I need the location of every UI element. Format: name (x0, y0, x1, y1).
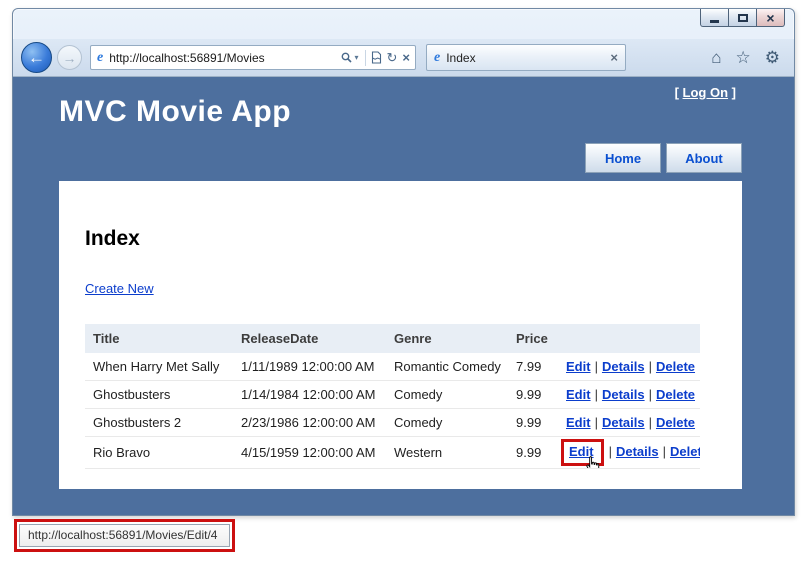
status-tooltip-annotation: http://localhost:56891/Movies/Edit/4 (14, 519, 235, 552)
cell-title: Ghostbusters 2 (85, 409, 233, 437)
nav-home-button[interactable]: Home (585, 143, 661, 173)
movies-table: Title ReleaseDate Genre Price When Harry… (85, 324, 700, 469)
close-button[interactable]: × (756, 9, 785, 27)
details-link[interactable]: Details (602, 415, 645, 430)
forward-button[interactable]: → (57, 45, 82, 70)
address-input[interactable]: http://localhost:56891/Movies (109, 51, 336, 65)
cell-price: 9.99 (508, 409, 558, 437)
stop-icon[interactable]: × (402, 50, 410, 65)
maximize-icon (738, 14, 748, 22)
cell-title: Ghostbusters (85, 381, 233, 409)
app-title: MVC Movie App (59, 95, 291, 129)
edit-link[interactable]: Edit (566, 415, 591, 430)
close-icon: × (766, 11, 774, 25)
status-bar-url: http://localhost:56891/Movies/Edit/4 (19, 524, 230, 547)
maximize-button[interactable] (728, 9, 757, 27)
cell-actions: Edit | Details | Delete (558, 437, 700, 469)
table-row: Rio Bravo 4/15/1959 12:00:00 AM Western … (85, 437, 700, 469)
toolbar-icons: ⌂ ☆ ⚙ (711, 49, 782, 66)
cell-genre: Comedy (386, 381, 508, 409)
cell-releasedate: 1/11/1989 12:00:00 AM (233, 353, 386, 381)
refresh-icon[interactable]: ↻ (387, 50, 398, 66)
browser-window: × ← → e http://localhost:56891/Movies ▾ (12, 8, 795, 516)
compatibility-view-icon[interactable] (371, 51, 382, 64)
action-separator: | (595, 415, 598, 430)
screenshot-canvas: × ← → e http://localhost:56891/Movies ▾ (0, 0, 808, 577)
action-separator: | (595, 359, 598, 374)
cell-actions: Edit | Details | Delete (558, 381, 700, 409)
addressbar-divider (365, 50, 366, 66)
details-link[interactable]: Details (616, 444, 659, 459)
browser-toolbar: ← → e http://localhost:56891/Movies ▾ ↻ … (13, 39, 794, 77)
content-card: Index Create New Title ReleaseDate Genre… (59, 181, 742, 489)
col-header-actions (558, 324, 700, 353)
site-navigation: Home About (585, 143, 742, 173)
titlebar: × (13, 9, 794, 39)
cell-genre: Western (386, 437, 508, 469)
logon-link[interactable]: Log On (683, 85, 729, 100)
delete-link[interactable]: Delete (656, 415, 695, 430)
cell-price: 9.99 (508, 437, 558, 469)
cell-title: When Harry Met Sally (85, 353, 233, 381)
page-heading: Index (85, 227, 716, 251)
cell-releasedate: 2/23/1986 12:00:00 AM (233, 409, 386, 437)
action-separator: | (595, 387, 598, 402)
delete-link[interactable]: Delete (656, 359, 695, 374)
logon-bracket-close: ] (728, 85, 736, 100)
table-row: Ghostbusters 2 2/23/1986 12:00:00 AM Com… (85, 409, 700, 437)
edit-link[interactable]: Edit (566, 359, 591, 374)
search-icon[interactable] (341, 52, 352, 63)
action-separator: | (649, 415, 652, 430)
table-row: Ghostbusters 1/14/1984 12:00:00 AM Comed… (85, 381, 700, 409)
favorites-star-icon[interactable]: ☆ (736, 49, 751, 66)
cell-price: 7.99 (508, 353, 558, 381)
action-separator: | (609, 444, 612, 459)
col-header-price: Price (508, 324, 558, 353)
home-icon[interactable]: ⌂ (711, 49, 721, 66)
address-bar[interactable]: e http://localhost:56891/Movies ▾ ↻ × (90, 45, 416, 70)
action-separator: | (649, 387, 652, 402)
nav-about-button[interactable]: About (666, 143, 742, 173)
minimize-icon (710, 20, 719, 23)
table-header-row: Title ReleaseDate Genre Price (85, 324, 700, 353)
cell-actions: Edit | Details | Delete (558, 409, 700, 437)
details-link[interactable]: Details (602, 359, 645, 374)
cell-releasedate: 1/14/1984 12:00:00 AM (233, 381, 386, 409)
window-controls: × (700, 9, 785, 27)
search-dropdown-icon[interactable]: ▾ (354, 53, 358, 62)
col-header-title: Title (85, 324, 233, 353)
logon-area: [ Log On ] (675, 85, 736, 100)
back-arrow-icon: ← (28, 48, 45, 68)
action-separator: | (663, 444, 666, 459)
details-link[interactable]: Details (602, 387, 645, 402)
edit-link[interactable]: Edit (566, 387, 591, 402)
action-separator: | (649, 359, 652, 374)
table-row: When Harry Met Sally 1/11/1989 12:00:00 … (85, 353, 700, 381)
col-header-releasedate: ReleaseDate (233, 324, 386, 353)
create-new-link[interactable]: Create New (85, 281, 154, 296)
delete-link[interactable]: Delete (656, 387, 695, 402)
cell-price: 9.99 (508, 381, 558, 409)
cell-title: Rio Bravo (85, 437, 233, 469)
tab-title: Index (446, 51, 610, 65)
edit-link-annotation: Edit (561, 439, 604, 466)
col-header-genre: Genre (386, 324, 508, 353)
cell-actions: Edit | Details | Delete (558, 353, 700, 381)
ie-favicon-icon: e (97, 51, 103, 65)
forward-arrow-icon: → (63, 50, 77, 66)
minimize-button[interactable] (700, 9, 729, 27)
settings-gear-icon[interactable]: ⚙ (765, 49, 780, 66)
tab-close-icon[interactable]: × (610, 50, 618, 65)
cell-genre: Romantic Comedy (386, 353, 508, 381)
browser-tab-index[interactable]: e Index × (426, 44, 626, 71)
cell-releasedate: 4/15/1959 12:00:00 AM (233, 437, 386, 469)
back-button[interactable]: ← (21, 42, 52, 73)
cell-genre: Comedy (386, 409, 508, 437)
cursor-hand-icon (583, 455, 600, 469)
tab-favicon-icon: e (434, 51, 440, 65)
page-viewport: [ Log On ] MVC Movie App Home About Inde… (13, 77, 794, 515)
delete-link[interactable]: Delete (670, 444, 700, 459)
logon-bracket-open: [ (675, 85, 683, 100)
